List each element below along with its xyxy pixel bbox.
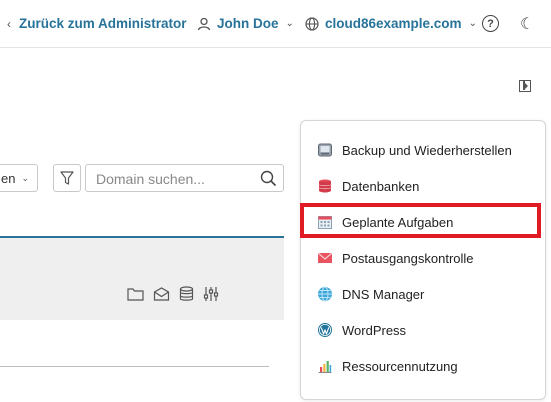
filter-button[interactable] (53, 164, 81, 192)
moon-icon: ☾ (520, 15, 535, 33)
chevron-down-icon: ⌄ (21, 172, 30, 183)
table-row (0, 238, 284, 320)
domain-menu[interactable]: cloud86example.com ⌄ (305, 0, 477, 47)
settings-sliders-icon[interactable] (203, 286, 219, 302)
highlight-box (300, 203, 541, 238)
menu-item-backup[interactable]: Backup und Wiederherstellen (317, 137, 512, 163)
user-name: John Doe (217, 16, 279, 31)
globe-icon (317, 286, 333, 302)
wordpress-icon (317, 322, 333, 338)
filter-select[interactable]: en ⌄ (0, 164, 38, 192)
globe-icon (305, 16, 319, 31)
bar-chart-icon (317, 358, 333, 374)
mail-icon[interactable] (153, 287, 170, 301)
search-input[interactable] (94, 166, 258, 192)
menu-item-dns-manager[interactable]: DNS Manager (317, 281, 424, 307)
menu-item-outgoing-mail-control[interactable]: Postausgangskontrolle (317, 245, 474, 271)
menu-item-label: Datenbanken (342, 178, 420, 194)
help-button[interactable]: ? (482, 0, 499, 47)
user-menu[interactable]: John Doe ⌄ (197, 0, 294, 47)
chevron-down-icon: ⌄ (285, 18, 294, 29)
backup-icon (317, 142, 333, 158)
folder-icon[interactable] (127, 287, 144, 301)
help-icon: ? (482, 15, 499, 32)
menu-item-resource-usage[interactable]: Ressourcennutzung (317, 353, 458, 379)
panel-toggle-icon[interactable] (519, 80, 531, 92)
menu-item-wordpress[interactable]: WordPress (317, 317, 406, 343)
user-icon (197, 17, 211, 30)
menu-item-label: WordPress (342, 322, 407, 338)
menu-item-label: DNS Manager (342, 286, 425, 302)
domain-search (85, 164, 284, 192)
mail-icon (317, 250, 333, 266)
row-actions (127, 286, 219, 302)
menu-item-label: Postausgangskontrolle (342, 250, 474, 266)
menu-item-label: Backup und Wiederherstellen (342, 142, 512, 158)
chevron-left-icon: ‹ (7, 16, 11, 31)
divider (0, 366, 269, 367)
menu-item-label: Ressourcennutzung (342, 358, 458, 374)
menu-item-databases[interactable]: Datenbanken (317, 173, 419, 199)
database-icon (317, 178, 333, 194)
theme-toggle-button[interactable]: ☾ (520, 0, 534, 47)
top-bar: ‹ Zurück zum Administrator John Doe ⌄ cl… (0, 0, 551, 48)
database-icon[interactable] (179, 286, 194, 302)
tools-popup-menu: Backup und Wiederherstellen Datenbanken (300, 120, 546, 400)
back-to-admin-link[interactable]: ‹ Zurück zum Administrator (7, 0, 187, 47)
chevron-down-icon: ⌄ (468, 18, 477, 29)
funnel-icon (60, 171, 74, 185)
filter-select-value: en (1, 170, 16, 186)
domain-name: cloud86example.com (325, 16, 462, 31)
back-to-admin-label: Zurück zum Administrator (19, 16, 187, 31)
search-icon[interactable] (260, 170, 277, 187)
